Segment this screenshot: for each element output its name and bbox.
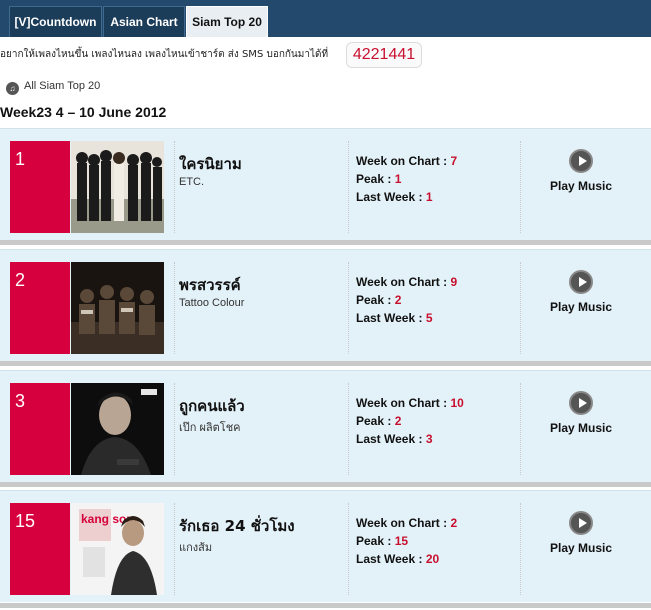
last-week-stat: Last Week : 20: [356, 552, 439, 566]
row-divider: [0, 361, 651, 366]
last-week-value: 1: [425, 190, 433, 204]
artist-name: แกงส้ม: [179, 542, 213, 554]
week-title: Week23 4 – 10 June 2012: [0, 104, 167, 120]
play-music-button[interactable]: Play Music: [520, 503, 642, 595]
row-divider: [0, 240, 651, 245]
column-divider: [174, 383, 175, 475]
rank-number: 1: [10, 141, 70, 233]
rank-number: 2: [10, 262, 70, 354]
play-music-label: Play Music: [549, 421, 613, 435]
column-divider: [174, 262, 175, 354]
week-on-chart-value: 10: [450, 396, 464, 410]
peak-stat: Peak : 2: [356, 414, 401, 428]
week-on-chart-value: 2: [450, 516, 458, 530]
peak-stat: Peak : 2: [356, 293, 401, 307]
last-week-value: 5: [425, 311, 433, 325]
peak-label: Peak :: [356, 293, 395, 307]
all-siam-top-20-label: All Siam Top 20: [24, 80, 101, 92]
play-icon: [569, 511, 593, 535]
artist-name: ETC.: [179, 176, 205, 188]
week-on-chart-value: 7: [450, 154, 458, 168]
album-cover-image[interactable]: kang som: [71, 503, 164, 595]
week-on-chart-label: Week on Chart :: [356, 154, 451, 168]
top-nav-bar: [V]Countdown Asian Chart Siam Top 20: [0, 0, 651, 37]
sms-number: 4221441: [346, 42, 422, 68]
last-week-label: Last Week :: [356, 190, 426, 204]
peak-value: 1: [394, 172, 402, 186]
week-on-chart-stat: Week on Chart : 7: [356, 154, 457, 168]
rank-number: 3: [10, 383, 70, 475]
last-week-label: Last Week :: [356, 311, 426, 325]
tab-siam-top-20[interactable]: Siam Top 20: [186, 6, 268, 37]
play-music-button[interactable]: Play Music: [520, 262, 642, 354]
all-siam-top-20-link[interactable]: ♫ All Siam Top 20: [6, 77, 100, 95]
week-on-chart-stat: Week on Chart : 10: [356, 396, 464, 410]
album-cover-image[interactable]: [71, 141, 164, 233]
row-divider: [0, 603, 651, 608]
play-music-label: Play Music: [549, 300, 613, 314]
play-icon: [569, 391, 593, 415]
chart-entry: 1 ใครนิยาม ETC. Week on Chart : 7 Peak :…: [0, 128, 651, 240]
song-title: รักเธอ 24 ชั่วโมง: [179, 517, 295, 535]
chart-entry: 15 kang som รักเธอ 24 ชั่วโมง แกงส้ม Wee…: [0, 490, 651, 602]
last-week-stat: Last Week : 1: [356, 190, 433, 204]
last-week-value: 3: [425, 432, 433, 446]
tab-v-countdown[interactable]: [V]Countdown: [9, 6, 102, 37]
peak-label: Peak :: [356, 534, 395, 548]
week-on-chart-stat: Week on Chart : 9: [356, 275, 457, 289]
last-week-stat: Last Week : 3: [356, 432, 433, 446]
song-title: ถูกคนแล้ว: [179, 397, 245, 415]
last-week-label: Last Week :: [356, 432, 426, 446]
week-on-chart-value: 9: [450, 275, 458, 289]
column-divider: [174, 503, 175, 595]
play-icon: [569, 149, 593, 173]
peak-label: Peak :: [356, 172, 395, 186]
week-on-chart-stat: Week on Chart : 2: [356, 516, 457, 530]
column-divider: [348, 141, 349, 233]
song-title: พรสวรรค์: [179, 276, 241, 294]
rank-number: 15: [10, 503, 70, 595]
play-icon: [569, 270, 593, 294]
album-cover-image[interactable]: [71, 262, 164, 354]
column-divider: [348, 262, 349, 354]
week-on-chart-label: Week on Chart :: [356, 275, 451, 289]
artist-name: เป๊ก ผลิตโชค: [179, 422, 241, 434]
chart-entry: 3 ถูกคนแล้ว เป๊ก ผลิตโชค Week on Chart :…: [0, 370, 651, 482]
last-week-label: Last Week :: [356, 552, 426, 566]
week-on-chart-label: Week on Chart :: [356, 396, 451, 410]
album-cover-image[interactable]: [71, 383, 164, 475]
peak-label: Peak :: [356, 414, 395, 428]
peak-value: 2: [394, 293, 402, 307]
row-divider: [0, 482, 651, 487]
column-divider: [348, 503, 349, 595]
column-divider: [348, 383, 349, 475]
song-title: ใครนิยาม: [179, 155, 242, 173]
week-on-chart-label: Week on Chart :: [356, 516, 451, 530]
play-music-button[interactable]: Play Music: [520, 141, 642, 233]
artist-name: Tattoo Colour: [179, 297, 245, 309]
last-week-value: 20: [425, 552, 440, 566]
play-music-button[interactable]: Play Music: [520, 383, 642, 475]
sms-info-text: อยากให้เพลงไหนขึ้น เพลงไหนลง เพลงไหนเข้า…: [0, 49, 329, 60]
chart-entry: 2 พรสวรรค์ Tattoo Colour Week on Chart :…: [0, 249, 651, 361]
play-music-label: Play Music: [549, 541, 613, 555]
tab-asian-chart[interactable]: Asian Chart: [103, 6, 185, 37]
play-music-label: Play Music: [549, 179, 613, 193]
peak-stat: Peak : 1: [356, 172, 401, 186]
peak-value: 15: [394, 534, 409, 548]
music-note-icon: ♫: [6, 82, 19, 95]
peak-stat: Peak : 15: [356, 534, 408, 548]
last-week-stat: Last Week : 5: [356, 311, 433, 325]
peak-value: 2: [394, 414, 402, 428]
column-divider: [174, 141, 175, 233]
